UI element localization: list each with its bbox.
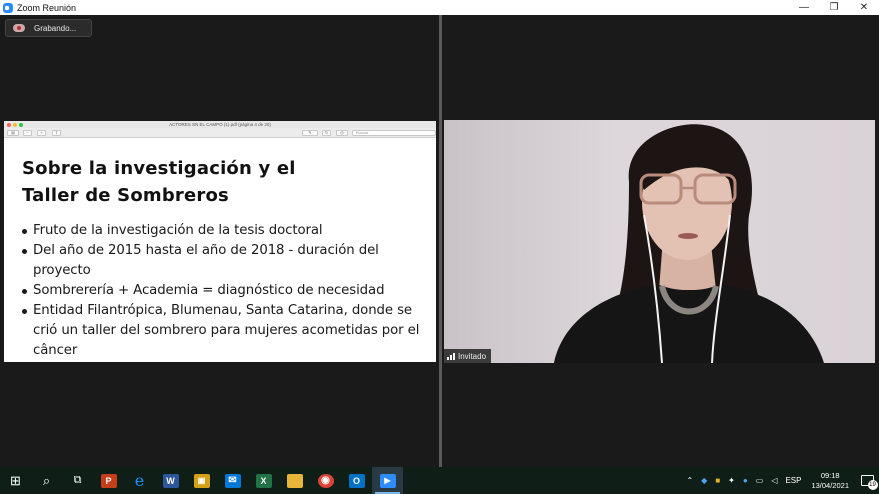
participant-figure bbox=[554, 124, 824, 363]
slide-bullet: Fruto de la investigación de la tesis do… bbox=[19, 221, 433, 241]
close-button[interactable]: ✕ bbox=[849, 0, 879, 15]
language-indicator[interactable]: ESP bbox=[785, 476, 801, 485]
show-hidden-icons-icon[interactable]: ⌃ bbox=[686, 476, 693, 485]
zoom-icon: ▶ bbox=[379, 473, 396, 488]
task-view-icon: ⧉ bbox=[73, 474, 82, 486]
maximize-button[interactable]: ❐ bbox=[819, 0, 849, 15]
action-center-button[interactable]: 19 bbox=[855, 467, 879, 494]
app-tray-icon[interactable]: ● bbox=[743, 476, 748, 485]
zoom-app-icon bbox=[3, 2, 13, 13]
recording-label: Grabando... bbox=[34, 23, 77, 33]
taskbar-outlook[interactable]: O bbox=[341, 467, 372, 494]
windows-logo-icon: ⊞ bbox=[10, 473, 21, 488]
recording-icon bbox=[13, 24, 25, 32]
zoom-in-icon: + bbox=[37, 130, 46, 136]
chrome-icon: ◉ bbox=[317, 473, 334, 488]
shared-screen: ACTORES SN EL CAMPO (1).pdf (página 4 de… bbox=[4, 121, 436, 362]
start-button[interactable]: ⊞ bbox=[0, 467, 31, 494]
view-divider[interactable] bbox=[439, 15, 442, 467]
task-view-button[interactable]: ⧉ bbox=[62, 467, 93, 494]
folder-icon bbox=[286, 473, 303, 488]
presentation-slide: Sobre la investigación y el Taller de So… bbox=[4, 139, 436, 362]
window-title: Zoom Reunión bbox=[17, 2, 77, 13]
notification-count: 19 bbox=[867, 480, 878, 490]
pdf-toolbar: ▤ − + ⇪ ✎ ↻ ◎ Buscar bbox=[4, 128, 436, 138]
dropbox-icon[interactable]: ✦ bbox=[728, 476, 735, 485]
clock-time: 09:18 bbox=[820, 470, 840, 480]
slide-title-line-2: Taller de Sombreros bbox=[22, 185, 229, 206]
taskbar-excel[interactable]: X bbox=[248, 467, 279, 494]
battery-icon[interactable]: ▭ bbox=[756, 476, 764, 485]
participant-name: Invitado bbox=[458, 351, 487, 361]
notification-icon: 19 bbox=[860, 475, 878, 490]
excel-icon: X bbox=[255, 473, 272, 488]
slide-title-line-1: Sobre la investigación y el bbox=[22, 158, 296, 179]
participant-name-tag: Invitado bbox=[444, 349, 492, 363]
pdf-search-field: Buscar bbox=[352, 130, 436, 136]
internet-explorer-icon: e bbox=[134, 470, 145, 490]
minimize-button[interactable]: — bbox=[789, 0, 819, 15]
slide-bullet-list: Fruto de la investigación de la tesis do… bbox=[19, 221, 433, 361]
outlook-icon: O bbox=[348, 473, 365, 488]
recording-indicator[interactable]: Grabando... bbox=[5, 19, 92, 37]
clock[interactable]: 09:18 13/04/2021 bbox=[811, 471, 849, 491]
title-bar: Zoom Reunión — ❐ ✕ bbox=[0, 0, 879, 15]
clock-date: 13/04/2021 bbox=[811, 480, 849, 490]
rotate-icon: ↻ bbox=[322, 130, 331, 136]
zoom-out-icon: − bbox=[23, 130, 32, 136]
window-controls: — ❐ ✕ bbox=[789, 0, 879, 15]
taskbar-powerpoint[interactable]: P bbox=[93, 467, 124, 494]
pdf-viewer-titlebar: ACTORES SN EL CAMPO (1).pdf (página 4 de… bbox=[4, 121, 436, 128]
sidebar-toggle-icon: ▤ bbox=[7, 130, 19, 136]
taskbar-chrome[interactable]: ◉ bbox=[310, 467, 341, 494]
slide-bullet: Entidad Filantrópica, Blumenau, Santa Ca… bbox=[19, 301, 433, 361]
annotate-icon: ◎ bbox=[336, 130, 348, 136]
slide-bullet: Sombrerería + Academia = diagnóstico de … bbox=[19, 281, 433, 301]
search-icon: ⌕ bbox=[42, 473, 51, 488]
taskbar-file-explorer[interactable] bbox=[279, 467, 310, 494]
powerpoint-icon: P bbox=[100, 473, 117, 488]
windows-taskbar: ⊞ ⌕ ⧉ P e W ▣ ✉ X ◉ O ▶ ⌃ ◆ ■ ✦ ● ▭ ◁ ES… bbox=[0, 467, 879, 494]
volume-icon[interactable]: ◁ bbox=[771, 476, 777, 485]
mail-icon: ✉ bbox=[224, 473, 241, 488]
slide-bullet: Del año de 2015 hasta el año de 2018 - d… bbox=[19, 241, 433, 281]
taskbar-word[interactable]: W bbox=[155, 467, 186, 494]
taskbar-internet-explorer[interactable]: e bbox=[124, 467, 155, 494]
word-icon: W bbox=[162, 473, 179, 488]
people-icon[interactable]: ◆ bbox=[701, 476, 707, 485]
taskbar-lock-app[interactable]: ▣ bbox=[186, 467, 217, 494]
security-icon[interactable]: ■ bbox=[715, 476, 720, 485]
pdf-document-title: ACTORES SN EL CAMPO (1).pdf (página 4 de… bbox=[169, 122, 271, 127]
slide-title: Sobre la investigación y el Taller de So… bbox=[22, 155, 322, 209]
taskbar-mail[interactable]: ✉ bbox=[217, 467, 248, 494]
system-tray: ⌃ ◆ ■ ✦ ● ▭ ◁ ESP 09:18 13/04/2021 19 bbox=[682, 467, 879, 494]
markup-icon: ✎ bbox=[302, 130, 318, 136]
participant-video[interactable]: Invitado bbox=[444, 120, 875, 363]
taskbar-zoom[interactable]: ▶ bbox=[372, 467, 403, 494]
zoom-window: Zoom Reunión — ❐ ✕ Grabando... ACTORES S… bbox=[0, 0, 879, 494]
search-button[interactable]: ⌕ bbox=[31, 467, 62, 494]
signal-strength-icon bbox=[447, 352, 455, 360]
lock-icon: ▣ bbox=[193, 473, 210, 488]
share-icon: ⇪ bbox=[52, 130, 61, 136]
